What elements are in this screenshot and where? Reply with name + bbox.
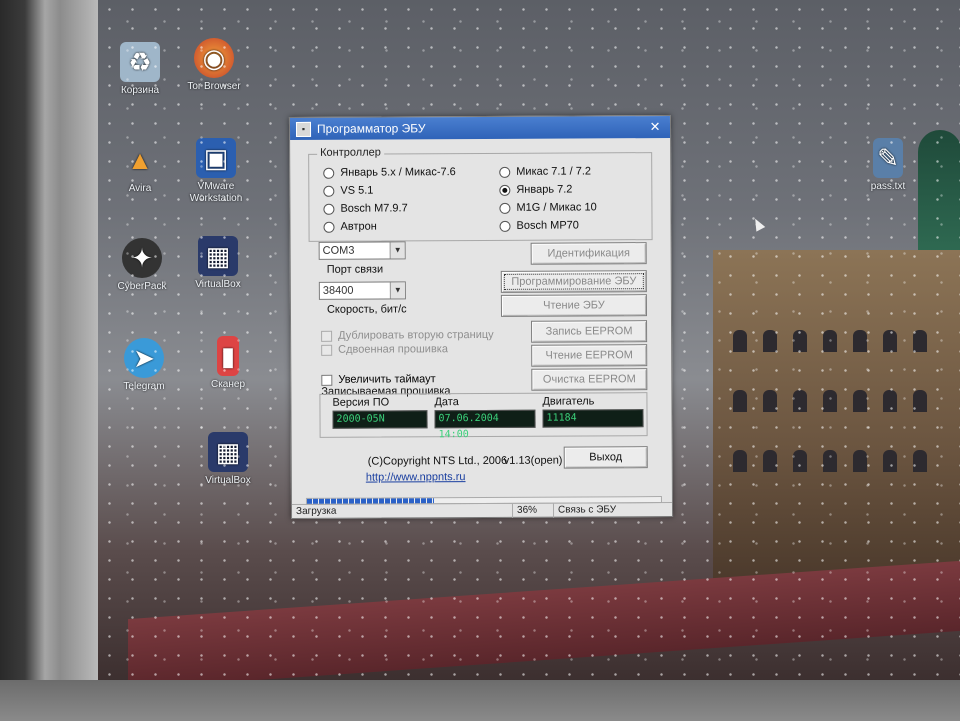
status-bar: Загрузка 36% Связь с ЭБУ [291,502,673,519]
radio-indicator [499,166,511,178]
identify-button[interactable]: Идентификация [530,242,647,265]
port-select[interactable]: COM3 ▼ [318,241,406,260]
double-flash-checkbox[interactable]: Сдвоенная прошивка [321,343,448,356]
chevron-down-icon: ▼ [389,282,405,299]
engine-value: 11184 [542,409,644,428]
radio-m1g-mikas10[interactable]: M1G / Микас 10 [499,201,597,214]
radio-mikas-71[interactable]: Микас 7.1 / 7.2 [499,165,591,178]
flash-group: Версия ПО 2000-05N Дата 07.06.2004 14:00… [319,392,648,440]
date-value: 07.06.2004 14:00 [434,409,536,440]
website-link[interactable]: http://www.nppnts.ru [366,471,466,484]
speed-label: Скорость, бит/с [326,303,407,316]
title-bar[interactable]: ▪ Программатор ЭБУ ✕ [289,116,671,140]
chevron-down-icon: ▼ [389,242,405,259]
checkbox-box [321,344,333,356]
port-label: Порт связи [326,263,384,276]
desktop-icon-recycle-bin[interactable]: ♻ Корзина [102,42,178,97]
radio-indicator [323,203,335,215]
status-state: Загрузка [291,503,514,519]
desktop-icon-scanner[interactable]: ▮ Сканер [190,336,266,391]
engine-label: Двигатель [542,395,595,408]
program-ecu-button[interactable]: Программирование ЭБУ [500,270,647,293]
increase-timeout-checkbox[interactable]: Увеличить таймаут [321,373,436,386]
desktop-icon-vmware[interactable]: ▣ VMware Workstation [178,138,254,205]
status-percent: 36% [512,503,555,518]
ecu-programmer-window: ▪ Программатор ЭБУ ✕ Контроллер Январь 5… [288,115,674,519]
telegram-icon: ➤ [124,338,164,378]
text-file-icon: ✎ [873,138,903,178]
app-icon: ▪ [295,121,312,137]
controller-group-label: Контроллер [317,146,384,159]
desktop-icon-cyberpack[interactable]: ✦ CyberPack [104,238,180,293]
warning-icon: ▲ [127,145,153,175]
checkbox-box [321,374,333,386]
radio-january-5x[interactable]: Январь 5.x / Микас-7.6 [323,166,456,179]
desktop-icon-virtualbox[interactable]: ▦ VirtualBox [180,236,256,291]
monitor-bezel-bottom [0,680,960,721]
radio-indicator [499,220,511,232]
radio-january-72[interactable]: Январь 7.2 [499,184,572,196]
virtualbox-icon: ▦ [198,236,238,276]
duplicate-page-checkbox[interactable]: Дублировать вторую страницу [321,329,494,342]
version-text: v1.13(open) [503,454,563,467]
version-label: Версия ПО [332,396,390,409]
desktop-icon-tor-browser[interactable]: ◉ Tor Browser [176,38,252,93]
firefox-icon: ◉ [194,38,234,78]
speed-select[interactable]: 38400 ▼ [318,281,406,300]
recycle-bin-icon: ♻ [120,42,160,82]
radio-indicator-selected [499,184,511,196]
status-connection: Связь с ЭБУ [557,504,617,516]
date-label: Дата [434,396,459,409]
read-ecu-button[interactable]: Чтение ЭБУ [500,294,647,317]
clear-eeprom-button[interactable]: Очистка EEPROM [531,368,648,391]
radio-avtron[interactable]: Автрон [323,221,377,233]
exit-button[interactable]: Выход [563,446,648,469]
scanner-icon: ▮ [217,336,239,376]
radio-vs51[interactable]: VS 5.1 [323,185,373,197]
radio-bosch-mp70[interactable]: Bosch MP70 [499,219,579,232]
write-eeprom-button[interactable]: Запись EEPROM [531,320,648,343]
background-building [713,250,960,580]
radio-indicator [499,202,511,214]
read-eeprom-button[interactable]: Чтение EEPROM [531,344,648,367]
checkbox-box [321,330,333,342]
cyberpack-icon: ✦ [122,238,162,278]
version-value: 2000-05N [332,410,428,429]
radio-indicator [323,185,335,197]
virtualbox-icon: ▦ [208,432,248,472]
desktop-icon-telegram[interactable]: ➤ Telegram [106,338,182,393]
desktop-icon-pass-txt[interactable]: ✎ pass.txt [850,138,926,193]
window-title: Программатор ЭБУ [316,121,426,136]
close-button[interactable]: ✕ [640,119,670,135]
copyright-text: (C)Copyright NTS Ltd., 2006 [367,454,508,468]
controller-group: Контроллер Январь 5.x / Микас-7.6 VS 5.1… [308,146,653,242]
desktop-icon-virtualbox-2[interactable]: ▦ VirtualBox [190,432,266,487]
radio-bosch-m797[interactable]: Bosch M7.9.7 [323,202,408,215]
radio-indicator [323,221,335,233]
radio-indicator [323,167,335,179]
monitor-bezel-left [0,0,100,721]
desktop-icon-avira[interactable]: ▲ Avira [102,140,178,195]
vmware-icon: ▣ [196,138,236,178]
bridge [128,560,960,690]
